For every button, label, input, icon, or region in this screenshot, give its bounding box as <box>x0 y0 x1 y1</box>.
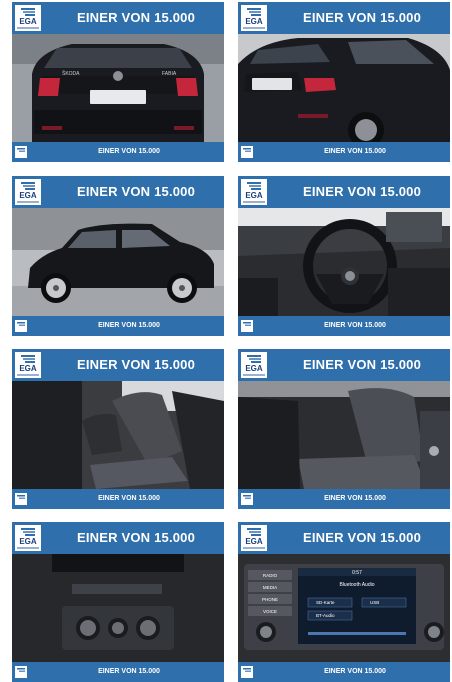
ega-logo: EGA <box>15 5 41 31</box>
tile-footer-title: EINER VON 15.000 <box>98 322 160 329</box>
logo-text: EGA <box>19 364 37 373</box>
tile-header-title: EINER VON 15.000 <box>302 530 422 545</box>
ega-mini-logo <box>15 493 27 505</box>
brand-badge: ŠKODA <box>62 70 80 77</box>
tile-footer-title: EINER VON 15.000 <box>98 148 160 155</box>
ega-mini-logo <box>241 666 253 678</box>
ega-logo: EGA <box>15 352 41 378</box>
tile-footer: EINER VON 15.000 <box>12 316 224 336</box>
logo-text: EGA <box>19 191 37 200</box>
tile-header: EGA EINER VON 15.000 <box>12 349 224 381</box>
car-photo-climate-controls <box>12 554 224 662</box>
car-photo-rear-three-quarter <box>238 34 450 142</box>
tile-header: EGA EINER VON 15.000 <box>12 176 224 208</box>
tile-header-title: EINER VON 15.000 <box>76 10 196 25</box>
gallery-tile-infotainment[interactable]: EGA EINER VON 15.000 0:57 Bluetooth Audi… <box>238 522 450 682</box>
logo-text: EGA <box>245 191 263 200</box>
button-radio: RADIO <box>263 573 278 578</box>
tile-footer-title: EINER VON 15.000 <box>324 322 386 329</box>
ega-logo: EGA <box>15 525 41 551</box>
screen-clock: 0:57 <box>352 570 362 576</box>
gallery-tile-passenger-seat[interactable]: EGA EINER VON 15.000 EINER VON 15.000 <box>238 349 450 509</box>
tile-header-title: EINER VON 15.000 <box>302 357 422 372</box>
tile-footer: EINER VON 15.000 <box>12 142 224 162</box>
ega-mini-logo <box>15 146 27 158</box>
ega-mini-logo <box>241 146 253 158</box>
source-sd: SD-Karte <box>316 600 335 605</box>
ega-mini-logo <box>15 320 27 332</box>
logo-text: EGA <box>245 17 263 26</box>
tile-header: EGA EINER VON 15.000 <box>238 349 450 381</box>
tile-header-title: EINER VON 15.000 <box>76 357 196 372</box>
tile-header-title: EINER VON 15.000 <box>302 184 422 199</box>
photo-gallery: EGA EINER VON 15.000 ŠKODA FABIA EINER V… <box>0 0 452 682</box>
car-photo-side-view <box>12 208 224 316</box>
gallery-tile-side[interactable]: EGA EINER VON 15.000 EINER VON 15.000 <box>12 176 224 336</box>
screen-title: Bluetooth Audio <box>339 582 374 588</box>
car-photo-cockpit <box>238 208 450 316</box>
gallery-tile-rear-angle[interactable]: EGA EINER VON 15.000 EINER VON 15.000 <box>238 2 450 162</box>
tile-footer-title: EINER VON 15.000 <box>324 668 386 675</box>
button-voice: VOICE <box>263 609 277 614</box>
ega-mini-logo <box>15 666 27 678</box>
model-badge: FABIA <box>162 71 177 77</box>
gallery-tile-rear[interactable]: EGA EINER VON 15.000 ŠKODA FABIA EINER V… <box>12 2 224 162</box>
car-photo-front-seats <box>12 381 224 489</box>
logo-text: EGA <box>19 17 37 26</box>
button-media: MEDIA <box>263 585 277 590</box>
tile-footer: EINER VON 15.000 <box>12 662 224 682</box>
logo-text: EGA <box>245 364 263 373</box>
gallery-tile-climate[interactable]: EGA EINER VON 15.000 EINER VON 15.000 <box>12 522 224 682</box>
tile-footer-title: EINER VON 15.000 <box>324 495 386 502</box>
tile-header-title: EINER VON 15.000 <box>302 10 422 25</box>
tile-footer: EINER VON 15.000 <box>12 489 224 509</box>
tile-header: EGA EINER VON 15.000 <box>12 522 224 554</box>
tile-footer: EINER VON 15.000 <box>238 316 450 336</box>
tile-header-title: EINER VON 15.000 <box>76 184 196 199</box>
tile-footer-title: EINER VON 15.000 <box>98 495 160 502</box>
tile-footer: EINER VON 15.000 <box>238 142 450 162</box>
logo-text: EGA <box>19 537 37 546</box>
car-photo-passenger-seat <box>238 381 450 489</box>
source-usb: USB <box>370 600 379 605</box>
tile-header: EGA EINER VON 15.000 <box>238 522 450 554</box>
ega-logo: EGA <box>15 179 41 205</box>
tile-footer-title: EINER VON 15.000 <box>324 148 386 155</box>
gallery-tile-cockpit[interactable]: EGA EINER VON 15.000 EINER VON 15.000 <box>238 176 450 336</box>
logo-text: EGA <box>245 537 263 546</box>
ega-logo: EGA <box>241 5 267 31</box>
ega-mini-logo <box>241 493 253 505</box>
ega-logo: EGA <box>241 179 267 205</box>
tile-footer: EINER VON 15.000 <box>238 662 450 682</box>
car-photo-infotainment: 0:57 Bluetooth Audio SD-Karte USB BT-Aud… <box>238 554 450 662</box>
tile-header: EGA EINER VON 15.000 <box>238 176 450 208</box>
tile-footer-title: EINER VON 15.000 <box>98 668 160 675</box>
ega-logo: EGA <box>241 352 267 378</box>
ega-mini-logo <box>241 320 253 332</box>
tile-footer: EINER VON 15.000 <box>238 489 450 509</box>
button-phone: PHONE <box>262 597 278 602</box>
tile-header: EGA EINER VON 15.000 <box>238 2 450 34</box>
car-photo-rear-view: ŠKODA FABIA <box>12 34 224 142</box>
gallery-tile-front-seats[interactable]: EGA EINER VON 15.000 EINER VON 15.000 <box>12 349 224 509</box>
tile-header: EGA EINER VON 15.000 <box>12 2 224 34</box>
tile-header-title: EINER VON 15.000 <box>76 530 196 545</box>
source-bt: BT-Audio <box>316 613 335 618</box>
ega-logo: EGA <box>241 525 267 551</box>
